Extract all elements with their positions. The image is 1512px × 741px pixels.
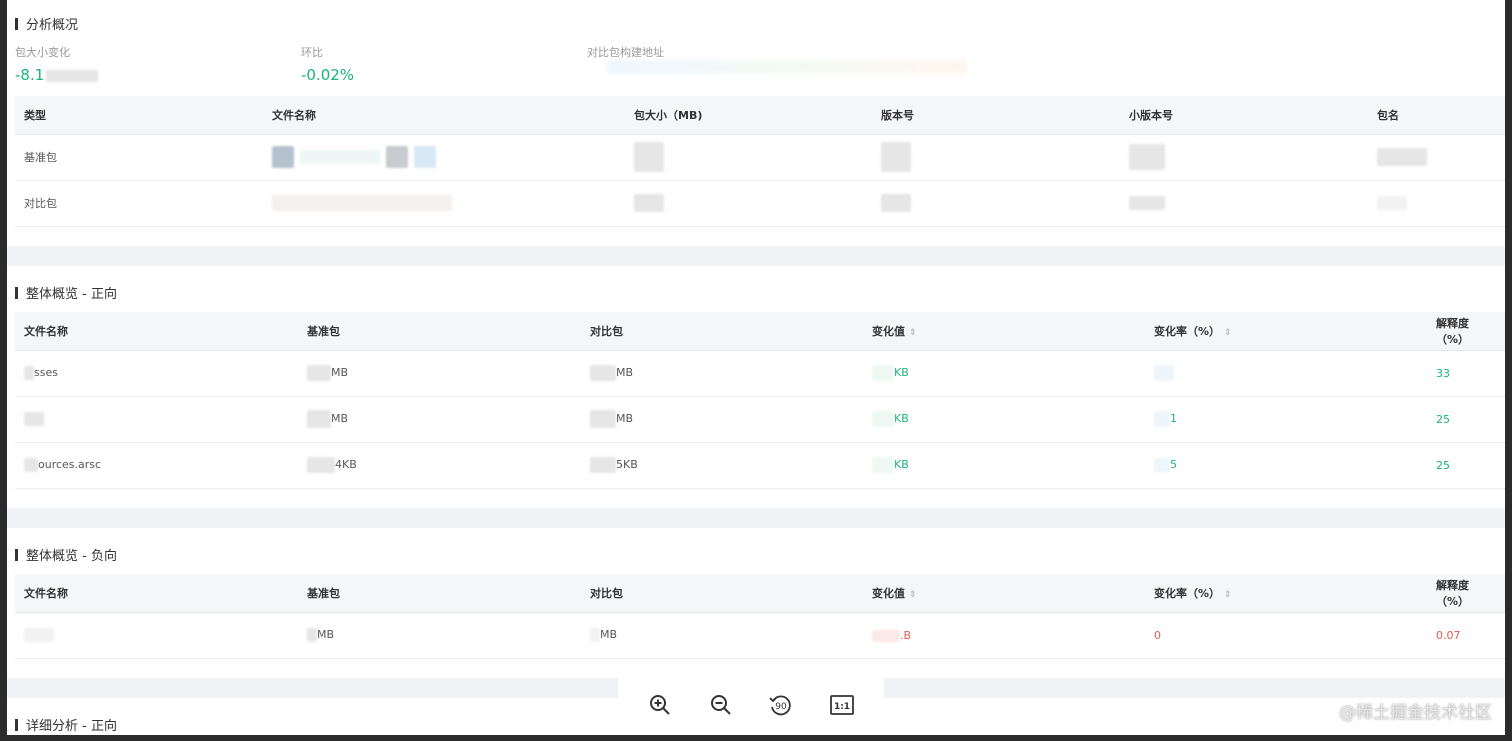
sort-icon[interactable]: ⇕ — [909, 328, 917, 338]
sort-rate-header[interactable]: 变化率（%） ⇕ — [1145, 574, 1427, 613]
forward-table: 文件名称 基准包 对比包 变化值 ⇕ 变化率（%） ⇕ 解释度（%） sses MB… — [15, 312, 1505, 489]
actual-size-button[interactable]: 1:1 — [825, 688, 859, 722]
overview-title: 分析概况 — [15, 14, 78, 33]
negative-overview-title: 整体概览 - 负向 — [15, 545, 117, 564]
zoom-in-icon — [650, 695, 670, 715]
sort-rate-header[interactable]: 变化率（%） ⇕ — [1145, 312, 1427, 351]
image-viewer-toolbar: 90 1:1 — [618, 676, 884, 734]
overview-card: 分析概况 包大小变化 -8.1 环比 -0.02% 对比包构建地址 类型 文件名… — [7, 0, 1505, 246]
build-url-link[interactable] — [607, 60, 967, 74]
stat-label-ratio: 环比 — [301, 46, 323, 59]
table-header: 类型 文件名称 包大小（MB) 版本号 小版本号 包名 — [15, 96, 1505, 135]
stat-value-size-change: -8.1 — [15, 66, 104, 84]
table-header: 文件名称 基准包 对比包 变化值 ⇕ 变化率（%） ⇕ 解释度（%） — [15, 574, 1505, 613]
table-row: MB MB KB 1 25 — [15, 396, 1505, 443]
stat-value-ratio: -0.02% — [301, 66, 355, 84]
rotate-90-icon: 90 — [769, 695, 791, 716]
sort-delta-header[interactable]: 变化值 ⇕ — [863, 312, 1145, 351]
table-row: MB MB .B 0 0.07 — [15, 612, 1505, 659]
negative-overview-card: 整体概览 - 负向 文件名称 基准包 对比包 变化值 ⇕ 变化率（%） ⇕ 解释度（… — [7, 528, 1505, 678]
zoom-out-button[interactable] — [704, 688, 738, 722]
svg-text:90: 90 — [776, 702, 788, 712]
forward-overview-card: 整体概览 - 正向 文件名称 基准包 对比包 变化值 ⇕ 变化率（%） ⇕ 解释度（… — [7, 266, 1505, 508]
stat-label-build-url: 对比包构建地址 — [587, 46, 664, 59]
sort-icon[interactable]: ⇕ — [909, 590, 917, 600]
sort-icon[interactable]: ⇕ — [1224, 590, 1232, 600]
sort-delta-header[interactable]: 变化值 ⇕ — [863, 574, 1145, 613]
package-table: 类型 文件名称 包大小（MB) 版本号 小版本号 包名 基准包 对比包 — [15, 96, 1505, 227]
report-page: 分析概况 包大小变化 -8.1 环比 -0.02% 对比包构建地址 类型 文件名… — [7, 0, 1505, 735]
svg-text:1:1: 1:1 — [834, 702, 850, 712]
stat-label-size-change: 包大小变化 — [15, 46, 70, 59]
zoom-in-button[interactable] — [643, 688, 677, 722]
rotate-button[interactable]: 90 — [764, 688, 798, 722]
sort-icon[interactable]: ⇕ — [1224, 328, 1232, 338]
table-row: 对比包 — [15, 180, 1505, 227]
negative-table: 文件名称 基准包 对比包 变化值 ⇕ 变化率（%） ⇕ 解释度（%） MB MB .… — [15, 574, 1505, 659]
table-row: sses MB MB KB 33 — [15, 350, 1505, 397]
actual-size-icon: 1:1 — [829, 695, 854, 715]
forward-overview-title: 整体概览 - 正向 — [15, 283, 117, 302]
watermark: @稀土掘金技术社区 — [1339, 703, 1492, 723]
table-header: 文件名称 基准包 对比包 变化值 ⇕ 变化率（%） ⇕ 解释度（%） — [15, 312, 1505, 351]
detail-title: 详细分析 - 正向 — [15, 715, 117, 734]
table-row: ources.arsc 4KB 5KB KB 5 25 — [15, 442, 1505, 489]
table-row: 基准包 — [15, 134, 1505, 181]
zoom-out-icon — [710, 695, 731, 715]
